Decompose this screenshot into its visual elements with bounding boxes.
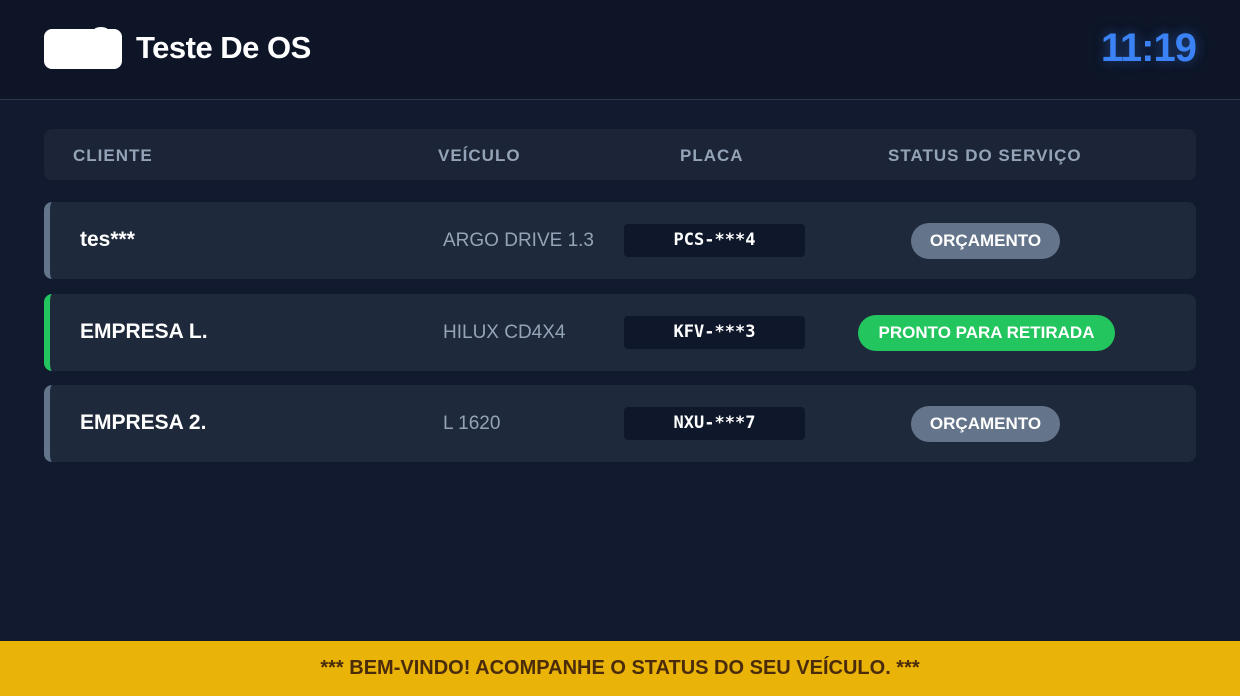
- placa-cell: PCS-***4: [624, 224, 805, 257]
- placa-cell: KFV-***3: [624, 316, 805, 349]
- cliente-cell: EMPRESA L.: [80, 320, 208, 343]
- clock: 11:19: [1100, 26, 1197, 70]
- table-header: CLIENTE VEÍCULO PLACA STATUS DO SERVIÇO: [44, 129, 1196, 180]
- column-header-placa: PLACA: [680, 146, 744, 165]
- header: Teste De OS 11:19: [0, 0, 1240, 100]
- veiculo-cell: HILUX CD4X4: [443, 322, 566, 343]
- column-header-cliente: CLIENTE: [73, 146, 153, 165]
- company-logo: [44, 27, 122, 69]
- status-badge: ORÇAMENTO: [911, 406, 1060, 442]
- table-row: EMPRESA L. HILUX CD4X4 KFV-***3 PRONTO P…: [44, 294, 1196, 371]
- table-row: EMPRESA 2. L 1620 NXU-***7 ORÇAMENTO: [44, 385, 1196, 462]
- status-badge: ORÇAMENTO: [911, 223, 1060, 259]
- page-title: Teste De OS: [136, 30, 311, 65]
- status-board: Teste De OS 11:19 CLIENTE VEÍCULO PLACA …: [0, 0, 1240, 696]
- column-header-veiculo: VEÍCULO: [438, 146, 521, 165]
- table-row: tes*** ARGO DRIVE 1.3 PCS-***4 ORÇAMENTO: [44, 202, 1196, 279]
- status-badge: PRONTO PARA RETIRADA: [858, 315, 1115, 351]
- cliente-cell: tes***: [80, 228, 135, 251]
- veiculo-cell: ARGO DRIVE 1.3: [443, 230, 594, 251]
- veiculo-cell: L 1620: [443, 413, 501, 434]
- column-header-status: STATUS DO SERVIÇO: [888, 146, 1082, 165]
- placa-cell: NXU-***7: [624, 407, 805, 440]
- welcome-ticker: *** BEM-VINDO! ACOMPANHE O STATUS DO SEU…: [0, 641, 1240, 696]
- cliente-cell: EMPRESA 2.: [80, 411, 207, 434]
